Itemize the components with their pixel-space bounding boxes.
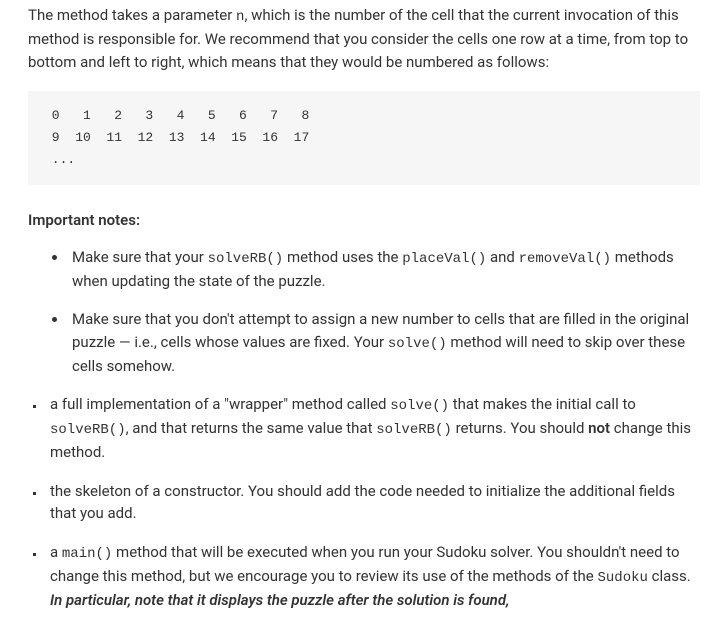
- text: that makes the initial call to: [449, 395, 636, 413]
- text: a full implementation of a "wrapper" met…: [50, 395, 390, 413]
- list-item: a main() method that will be executed wh…: [46, 541, 700, 612]
- code-solverb: solveRB(): [50, 422, 126, 438]
- code-sudoku: Sudoku: [597, 570, 647, 586]
- text: a: [50, 543, 62, 561]
- code-solve: solve(): [388, 336, 447, 352]
- list-item: the skeleton of a constructor. You shoul…: [46, 480, 700, 525]
- code-solverb: solveRB(): [376, 422, 452, 438]
- intro-paragraph: The method takes a parameter n, which is…: [28, 4, 700, 73]
- text: method uses the: [283, 248, 402, 266]
- code-solverb: solveRB(): [208, 251, 284, 267]
- code-removeval: removeVal(): [519, 251, 611, 267]
- text: Make sure that your: [72, 248, 208, 266]
- code-solve: solve(): [390, 398, 449, 414]
- text: the skeleton of a constructor. You shoul…: [50, 482, 675, 523]
- outer-list: a full implementation of a "wrapper" met…: [28, 393, 700, 611]
- important-notes-list: Make sure that your solveRB() method use…: [28, 246, 700, 378]
- important-notes-heading: Important notes:: [28, 209, 700, 232]
- list-item: Make sure that your solveRB() method use…: [68, 246, 700, 293]
- list-item: a full implementation of a "wrapper" met…: [46, 393, 700, 464]
- list-item: Make sure that you don't attempt to assi…: [68, 308, 700, 377]
- bold-not: not: [588, 419, 610, 437]
- text: The method takes a parameter: [28, 6, 236, 24]
- emphasis: In particular, note that it displays the…: [50, 591, 509, 609]
- code-main: main(): [62, 546, 112, 562]
- numbering-code-block: 0 1 2 3 4 5 6 7 8 9 10 11 12 13 14 15 16…: [28, 91, 700, 185]
- text: returns. You should: [452, 419, 588, 437]
- code-placeval: placeVal(): [402, 251, 486, 267]
- text: , and that returns the same value that: [126, 419, 377, 437]
- document-body: The method takes a parameter n, which is…: [0, 0, 728, 611]
- text: and: [486, 248, 518, 266]
- text: class.: [648, 567, 691, 585]
